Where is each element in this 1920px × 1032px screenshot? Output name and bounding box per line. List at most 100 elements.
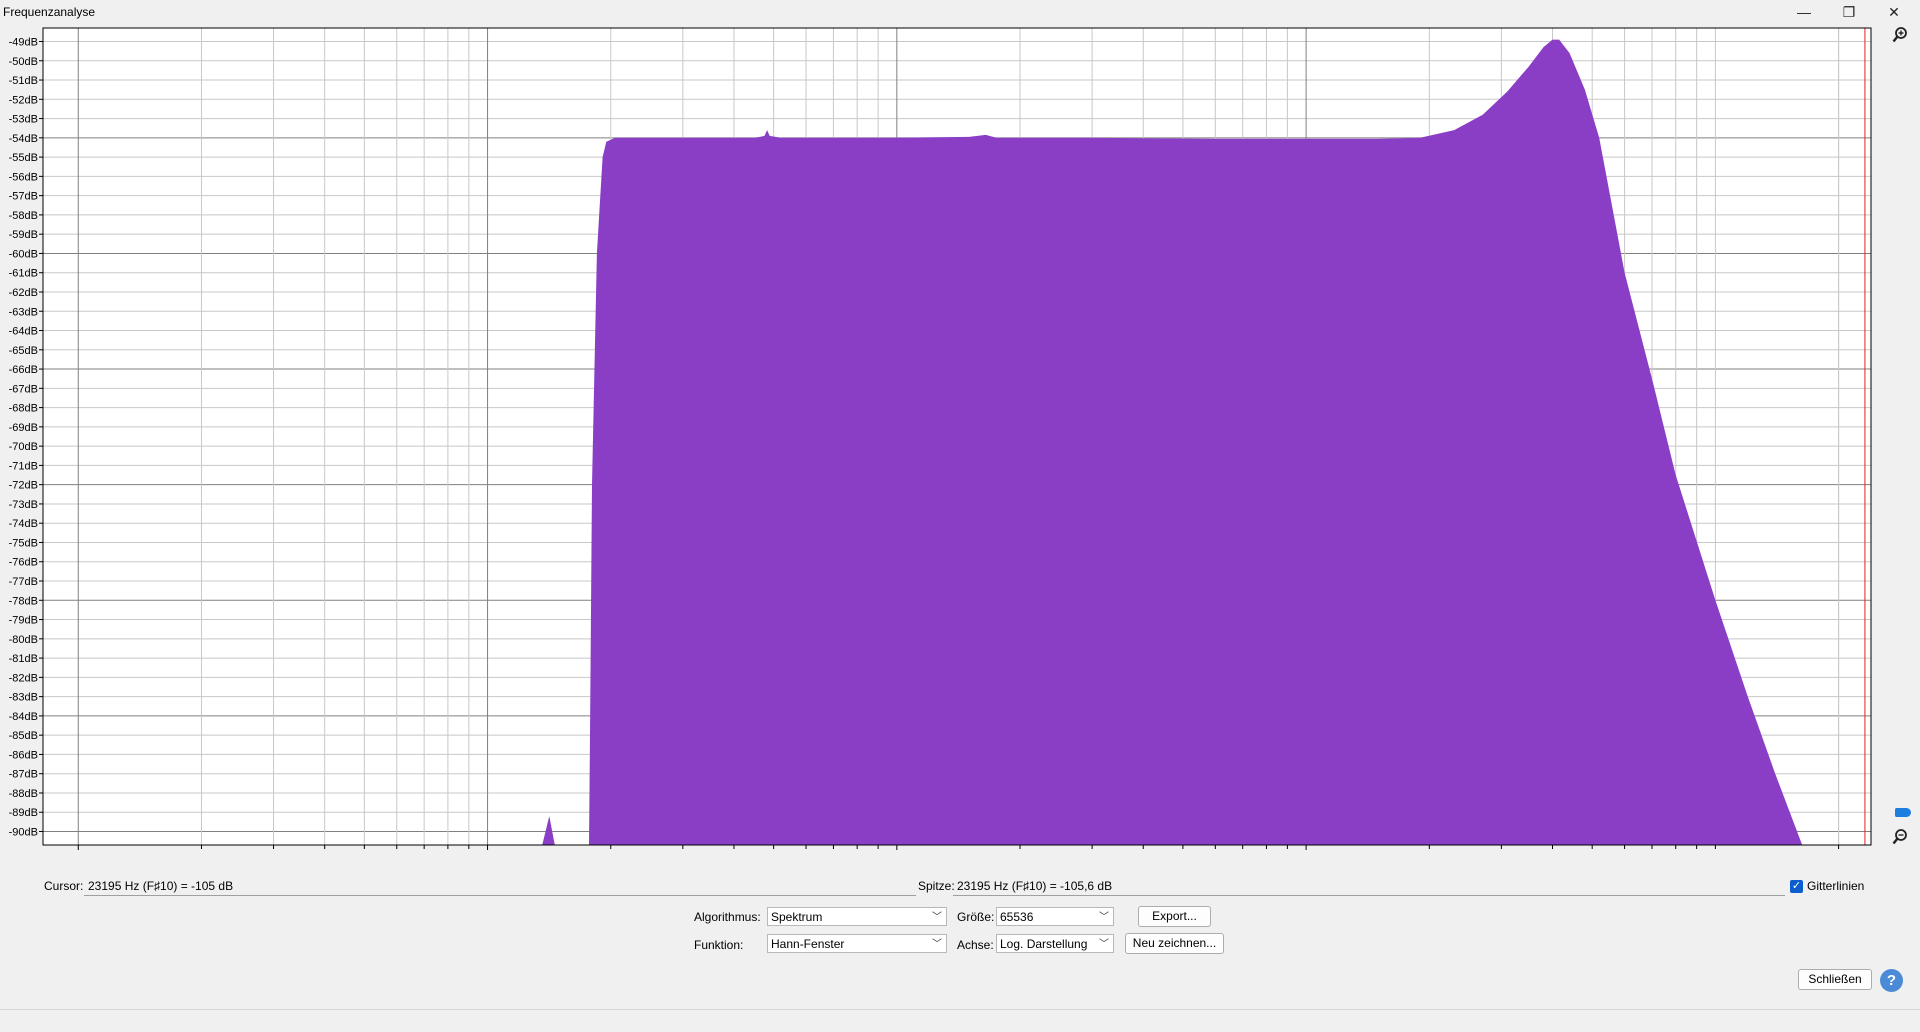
x-tick-label: 6Hz <box>386 849 407 850</box>
export-button[interactable]: Export... <box>1138 906 1211 927</box>
y-tick-label: -87dB <box>9 769 38 781</box>
y-tick-label: -86dB <box>9 749 38 761</box>
y-axis-labels: -49dB -50dB -51dB -52dB -53dB -54dB -55dB -56dB… <box>9 36 43 839</box>
algorithm-value: Spektrum <box>771 910 823 924</box>
x-tick-label: 1Hz <box>68 849 89 850</box>
y-tick-label: -57dB <box>9 191 38 203</box>
replot-button[interactable]: Neu zeichnen... <box>1125 933 1224 954</box>
window-title: Frequenzanalyse <box>3 5 96 19</box>
peak-value: 23195 Hz (F♯10) = -105,6 dB <box>957 879 1113 893</box>
x-tick-label: 130Hz <box>926 849 961 850</box>
y-tick-label: -72dB <box>9 480 38 492</box>
y-tick-label: -50dB <box>9 56 38 68</box>
y-tick-label: -69dB <box>9 422 38 434</box>
y-tick-label: -65dB <box>9 345 38 357</box>
function-value: Hann-Fenster <box>771 937 845 951</box>
y-tick-label: -79dB <box>9 615 38 627</box>
y-tick-label: -77dB <box>9 576 38 588</box>
x-tick-label: 600Hz <box>1198 849 1233 850</box>
size-select[interactable]: 65536 ﹀ <box>996 907 1114 926</box>
x-tick-label: 400Hz <box>1126 849 1161 850</box>
cursor-value-underline <box>84 895 916 896</box>
y-tick-label: -80dB <box>9 634 38 646</box>
algorithm-label: Algorithmus: <box>694 910 761 924</box>
size-value: 65536 <box>1000 910 1034 924</box>
y-tick-label: -73dB <box>9 499 38 511</box>
x-tick-label: 3Hz <box>260 849 281 850</box>
axis-label: Achse: <box>957 938 994 952</box>
y-tick-label: -84dB <box>9 711 38 723</box>
x-tick-label: 2Hz <box>172 849 193 850</box>
y-tick-label: -78dB <box>9 595 38 607</box>
y-tick-label: -60dB <box>9 248 38 260</box>
function-select[interactable]: Hann-Fenster ﹀ <box>767 934 947 953</box>
size-label: Größe: <box>957 910 995 924</box>
y-tick-label: -54dB <box>9 133 38 145</box>
x-tick-label: 300Hz <box>1075 849 1110 850</box>
axis-value: Log. Darstellung <box>1000 937 1088 951</box>
vertical-zoom-slider-handle[interactable] <box>1895 808 1911 817</box>
x-tick-label: 4Hz <box>314 849 335 850</box>
x-tick-label: 15Hz <box>546 849 574 850</box>
help-button[interactable]: ? <box>1880 969 1903 992</box>
algorithm-select[interactable]: Spektrum ﹀ <box>767 907 947 926</box>
y-tick-label: -81dB <box>9 653 38 665</box>
x-tick-label: 70Hz <box>819 849 847 850</box>
y-tick-label: -90dB <box>9 827 38 839</box>
x-tick-label: 200Hz <box>1003 849 1038 850</box>
peak-value-underline <box>953 895 1785 896</box>
x-tick-label: 2Hz <box>201 849 222 850</box>
y-tick-label: -64dB <box>9 326 38 338</box>
y-tick-label: -89dB <box>9 807 38 819</box>
x-tick-label: 750Hz <box>1238 849 1273 850</box>
y-tick-label: -82dB <box>9 672 38 684</box>
y-tick-label: -85dB <box>9 730 38 742</box>
chevron-down-icon: ﹀ <box>932 939 942 950</box>
y-tick-label: -71dB <box>9 460 38 472</box>
y-tick-label: -63dB <box>9 306 38 318</box>
x-tick-label: 5Hz <box>354 849 375 850</box>
y-tick-label: -83dB <box>9 692 38 704</box>
minimize-button[interactable]: — <box>1784 2 1824 22</box>
function-label: Funktion: <box>694 938 744 952</box>
maximize-button[interactable]: ❐ <box>1829 2 1869 22</box>
chevron-down-icon: ﹀ <box>1099 939 1109 950</box>
axis-select[interactable]: Log. Darstellung ﹀ <box>996 934 1114 953</box>
x-tick-label: 8Hz <box>437 849 458 850</box>
x-tick-label: 50Hz <box>760 849 788 850</box>
zoom-out-button[interactable] <box>1884 828 1916 848</box>
peak-label: Spitze: <box>918 879 955 893</box>
zoom-in-icon <box>1892 27 1907 43</box>
y-tick-label: -74dB <box>9 518 38 530</box>
x-tick-label: 20Hz <box>597 849 625 850</box>
y-tick-label: -56dB <box>9 171 38 183</box>
x-tick-label: 30Hz <box>669 849 697 850</box>
y-tick-label: -52dB <box>9 94 38 106</box>
zoom-in-button[interactable] <box>1884 26 1916 46</box>
y-tick-label: -62dB <box>9 287 38 299</box>
gridlines-label[interactable]: Gitterlinien <box>1807 879 1864 893</box>
x-tick-label: 40Hz <box>720 849 748 850</box>
y-tick-label: -59dB <box>9 229 38 241</box>
chevron-down-icon: ﹀ <box>932 912 942 923</box>
close-button[interactable]: Schließen <box>1798 969 1872 990</box>
y-tick-label: -58dB <box>9 210 38 222</box>
y-tick-label: -53dB <box>9 114 38 126</box>
y-tick-label: -49dB <box>9 36 38 48</box>
x-tick-label: 12Hz <box>506 849 534 850</box>
x-axis-labels: 1Hz1Hz1Hz1Hz2Hz2Hz2Hz3Hz4Hz5Hz6Hz8Hz10Hz… <box>57 849 1273 850</box>
zoom-out-icon <box>1892 829 1907 845</box>
y-tick-label: -67dB <box>9 383 38 395</box>
x-tick-label: 100Hz <box>879 849 914 850</box>
close-window-button[interactable]: ✕ <box>1874 2 1914 22</box>
cursor-label: Cursor: <box>44 879 84 893</box>
x-tick-label: 2Hz <box>148 849 169 850</box>
y-tick-label: -61dB <box>9 268 38 280</box>
x-tick-label: 1Hz <box>89 849 110 850</box>
y-tick-label: -76dB <box>9 557 38 569</box>
chevron-down-icon: ﹀ <box>1099 912 1109 923</box>
frequency-spectrum-plot[interactable]: -49dB -50dB -51dB -52dB -53dB -54dB -55dB -56dB… <box>0 24 1880 850</box>
y-tick-label: -70dB <box>9 441 38 453</box>
gridlines-checkbox[interactable]: ✓ <box>1790 880 1803 893</box>
cursor-value: 23195 Hz (F♯10) = -105 dB <box>88 879 234 893</box>
